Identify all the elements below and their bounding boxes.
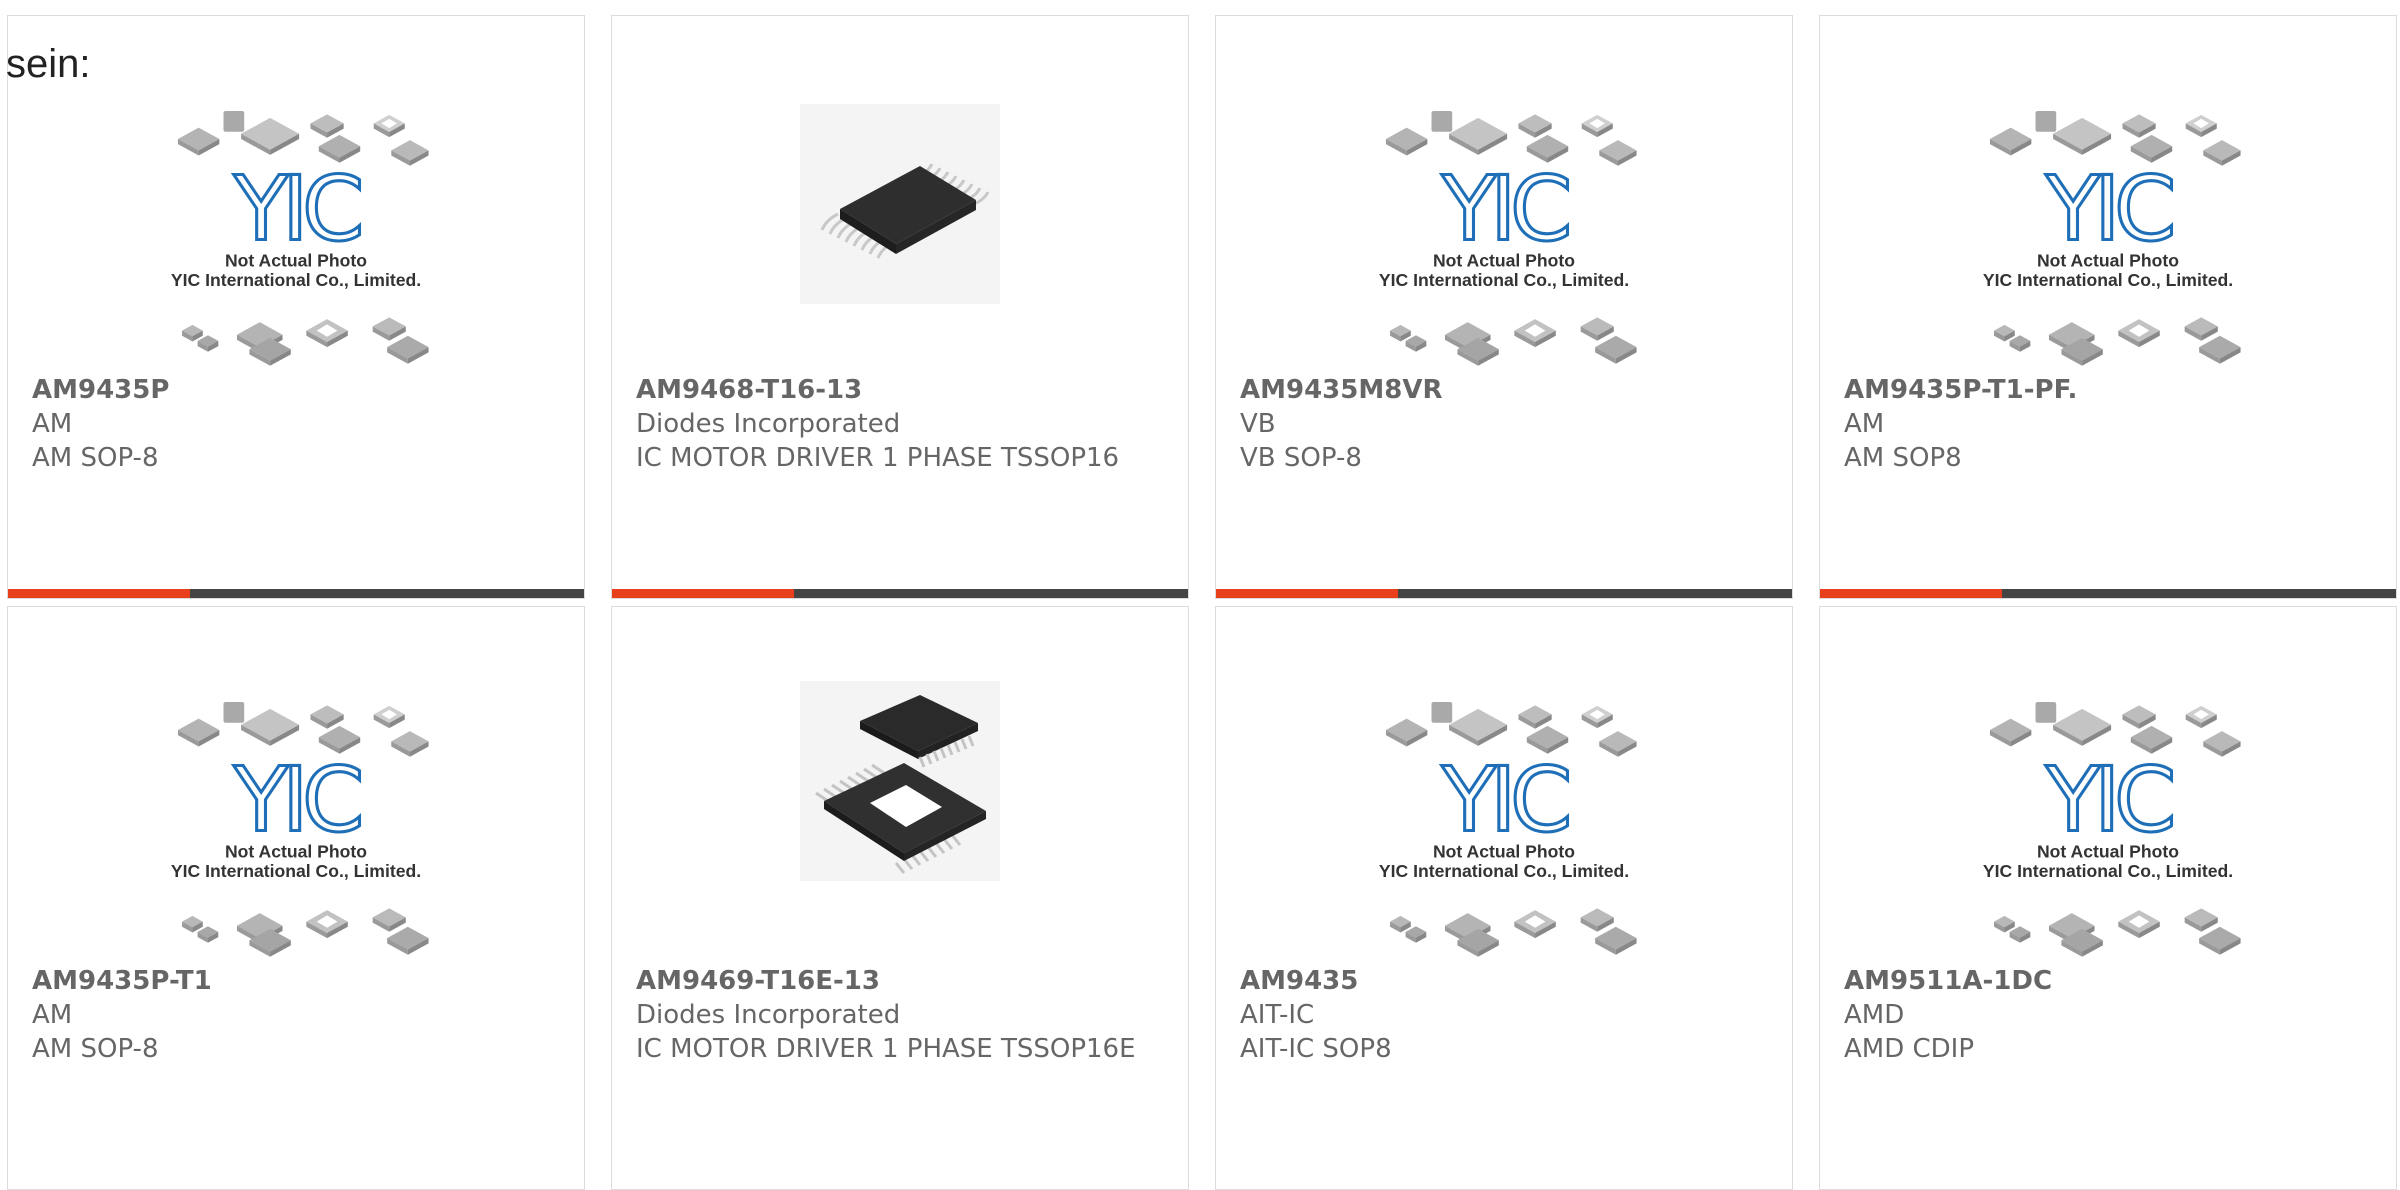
- part-number[interactable]: AM9435P: [32, 373, 564, 407]
- tssop-pad-chip-image: [800, 681, 1000, 881]
- card-bottom-bar: [1820, 589, 2396, 598]
- card-bottom-bar: [8, 589, 584, 598]
- company-name-text: YIC International Co., Limited.: [171, 861, 421, 881]
- yic-logo-text: YIC: [2045, 157, 2172, 261]
- company-name-text: YIC International Co., Limited.: [1379, 270, 1629, 290]
- manufacturer: Diodes Incorporated: [636, 1000, 901, 1030]
- product-image[interactable]: YIC Not Actual Photo YIC International Co.…: [1820, 82, 2396, 372]
- description: AM SOP-8: [32, 1034, 159, 1064]
- not-actual-photo-text: Not Actual Photo: [1433, 841, 1575, 861]
- placeholder-image: YICNot Actual PhotoYIC International Co.…: [1379, 111, 1637, 366]
- chip-icons-bottom: [182, 317, 429, 366]
- chip-icons-bottom: [1994, 317, 2241, 366]
- part-number[interactable]: AM9468-T16-13: [636, 373, 1168, 407]
- intro-text: sein:: [6, 42, 91, 86]
- placeholder-image: YICNot Actual PhotoYIC International Co.…: [1983, 111, 2241, 366]
- product-card[interactable]: YIC Not Actual Photo YIC International Co.…: [1215, 15, 1793, 599]
- product-card[interactable]: YIC Not Actual Photo YIC International Co.…: [1215, 606, 1793, 1190]
- chip-icons-bottom: [182, 908, 429, 957]
- company-name-text: YIC International Co., Limited.: [1983, 861, 2233, 881]
- product-image[interactable]: YIC Not Actual Photo YIC International Co.…: [8, 673, 584, 963]
- placeholder-image: YICNot Actual PhotoYIC International Co.…: [171, 111, 429, 366]
- part-number[interactable]: AM9469-T16E-13: [636, 964, 1168, 998]
- product-info: AM9435P-T1-PF. AM AM SOP8: [1844, 373, 2376, 475]
- yic-logo: YIC: [231, 156, 368, 263]
- description: VB SOP-8: [1240, 443, 1362, 473]
- product-image[interactable]: [612, 82, 1188, 372]
- manufacturer: AIT-IC: [1240, 1000, 1315, 1030]
- placeholder-image: YICNot Actual PhotoYIC International Co.…: [171, 702, 429, 957]
- product-image[interactable]: YIC Not Actual Photo YIC International Co.…: [1216, 673, 1792, 963]
- product-info: AM9435M8VR VB VB SOP-8: [1240, 373, 1772, 475]
- part-number[interactable]: AM9511A-1DC: [1844, 964, 2376, 998]
- product-image[interactable]: YIC Not Actual Photo YIC International Co.…: [1820, 673, 2396, 963]
- chip-icons-bottom: [1390, 317, 1637, 366]
- product-grid: YIC Not Actual Photo YIC International Co.…: [0, 0, 2400, 1190]
- company-name-text: YIC International Co., Limited.: [1379, 861, 1629, 881]
- yic-logo: YIC: [2043, 747, 2180, 854]
- company-name-text: YIC International Co., Limited.: [171, 270, 421, 290]
- description: AMD CDIP: [1844, 1034, 1975, 1064]
- description: AM SOP-8: [32, 443, 159, 473]
- product-image[interactable]: [612, 673, 1188, 963]
- manufacturer: AM: [1844, 409, 1885, 439]
- placeholder-image: YICNot Actual PhotoYIC International Co.…: [1379, 702, 1637, 957]
- company-name-text: YIC International Co., Limited.: [1983, 270, 2233, 290]
- product-info: AM9469-T16E-13 Diodes Incorporated IC MOTO…: [636, 964, 1168, 1066]
- yic-logo: YIC: [231, 747, 368, 854]
- not-actual-photo-text: Not Actual Photo: [2037, 841, 2179, 861]
- product-card[interactable]: AM9468-T16-13 Diodes Incorporated IC MOTOR…: [611, 15, 1189, 599]
- yic-logo-text: YIC: [1441, 748, 1568, 852]
- part-number[interactable]: AM9435P-T1-PF.: [1844, 373, 2376, 407]
- manufacturer: VB: [1240, 409, 1276, 439]
- yic-logo-text: YIC: [233, 157, 360, 261]
- product-info: AM9435 AIT-IC AIT-IC SOP8: [1240, 964, 1772, 1066]
- manufacturer: Diodes Incorporated: [636, 409, 901, 439]
- manufacturer: AM: [32, 1000, 73, 1030]
- product-card[interactable]: YIC Not Actual Photo YIC International Co.…: [7, 15, 585, 599]
- part-number[interactable]: AM9435P-T1: [32, 964, 564, 998]
- card-accent-bar: [1820, 589, 2002, 598]
- yic-logo-text: YIC: [1441, 157, 1568, 261]
- description: IC MOTOR DRIVER 1 PHASE TSSOP16: [636, 443, 1120, 473]
- card-accent-bar: [612, 589, 794, 598]
- not-actual-photo-text: Not Actual Photo: [225, 841, 367, 861]
- yic-logo: YIC: [2043, 156, 2180, 263]
- card-accent-bar: [8, 589, 190, 598]
- yic-logo-text: YIC: [233, 748, 360, 852]
- product-card[interactable]: YIC Not Actual Photo YIC International Co.…: [1819, 606, 2397, 1190]
- chip-icons-bottom: [1994, 908, 2241, 957]
- product-info: AM9511A-1DC AMD AMD CDIP: [1844, 964, 2376, 1066]
- tssop-chip-image: [800, 104, 1000, 304]
- product-info: AM9468-T16-13 Diodes Incorporated IC MOTOR…: [636, 373, 1168, 475]
- card-bottom-bar: [612, 589, 1188, 598]
- card-accent-bar: [1216, 589, 1398, 598]
- part-number[interactable]: AM9435M8VR: [1240, 373, 1772, 407]
- product-image[interactable]: YIC Not Actual Photo YIC International Co.…: [1216, 82, 1792, 372]
- yic-logo-text: YIC: [2045, 748, 2172, 852]
- product-info: AM9435P-T1 AM AM SOP-8: [32, 964, 564, 1066]
- not-actual-photo-text: Not Actual Photo: [2037, 250, 2179, 270]
- product-info: AM9435P AM AM SOP-8: [32, 373, 564, 475]
- product-image[interactable]: YIC Not Actual Photo YIC International Co.…: [8, 82, 584, 372]
- not-actual-photo-text: Not Actual Photo: [1433, 250, 1575, 270]
- part-number[interactable]: AM9435: [1240, 964, 1772, 998]
- manufacturer: AM: [32, 409, 73, 439]
- description: AIT-IC SOP8: [1240, 1034, 1392, 1064]
- description: IC MOTOR DRIVER 1 PHASE TSSOP16E: [636, 1034, 1136, 1064]
- product-card[interactable]: YIC Not Actual Photo YIC International Co.…: [7, 606, 585, 1190]
- product-card[interactable]: YIC Not Actual Photo YIC International Co.…: [1819, 15, 2397, 599]
- manufacturer: AMD: [1844, 1000, 1905, 1030]
- product-card[interactable]: AM9469-T16E-13 Diodes Incorporated IC MOTO…: [611, 606, 1189, 1190]
- placeholder-image: YICNot Actual PhotoYIC International Co.…: [1983, 702, 2241, 957]
- card-bottom-bar: [1216, 589, 1792, 598]
- chip-icons-bottom: [1390, 908, 1637, 957]
- yic-logo: YIC: [1439, 747, 1576, 854]
- description: AM SOP8: [1844, 443, 1962, 473]
- yic-logo: YIC: [1439, 156, 1576, 263]
- not-actual-photo-text: Not Actual Photo: [225, 250, 367, 270]
